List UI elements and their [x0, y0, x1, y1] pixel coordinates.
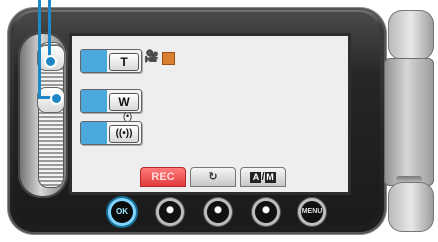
menu-button[interactable]: MENU	[301, 201, 323, 223]
tab-rec[interactable]: REC	[140, 167, 186, 187]
zoom-wide-label: W	[109, 93, 139, 111]
ok-label: OK	[116, 207, 128, 216]
tab-rec-label: REC	[151, 171, 175, 183]
callout-line-lower-vertical	[38, 0, 41, 98]
lcd-hinge	[384, 10, 438, 238]
auto-icon: A	[250, 171, 262, 183]
callout-dot-upper	[44, 55, 57, 68]
hinge-bottom	[388, 182, 434, 232]
stabilizer-button[interactable]: ((•))	[80, 121, 142, 145]
ok-button[interactable]: OK	[111, 201, 133, 223]
zoom-tele-button[interactable]: T	[80, 49, 142, 73]
movie-mode-icon: 🎥	[144, 49, 159, 63]
operation-button-2[interactable]	[207, 201, 229, 223]
stabilizer-label: ((•))	[109, 125, 139, 143]
callout-dot-lower	[50, 92, 63, 105]
zoom-tele-label: T	[109, 53, 139, 71]
hinge-middle	[384, 58, 434, 186]
zoom-wide-button[interactable]: W	[80, 89, 142, 113]
menu-label: MENU	[301, 208, 323, 215]
hinge-top	[388, 10, 434, 60]
tab-playback[interactable]: ↻	[190, 167, 236, 187]
operation-button-3[interactable]	[255, 201, 277, 223]
manual-icon: M	[264, 171, 276, 183]
card-icon	[162, 52, 175, 65]
tab-auto-manual[interactable]: A / M	[240, 167, 286, 187]
operation-button-1[interactable]	[159, 201, 181, 223]
loop-icon: ↻	[208, 171, 218, 183]
callout-line-upper-vertical	[48, 0, 51, 58]
